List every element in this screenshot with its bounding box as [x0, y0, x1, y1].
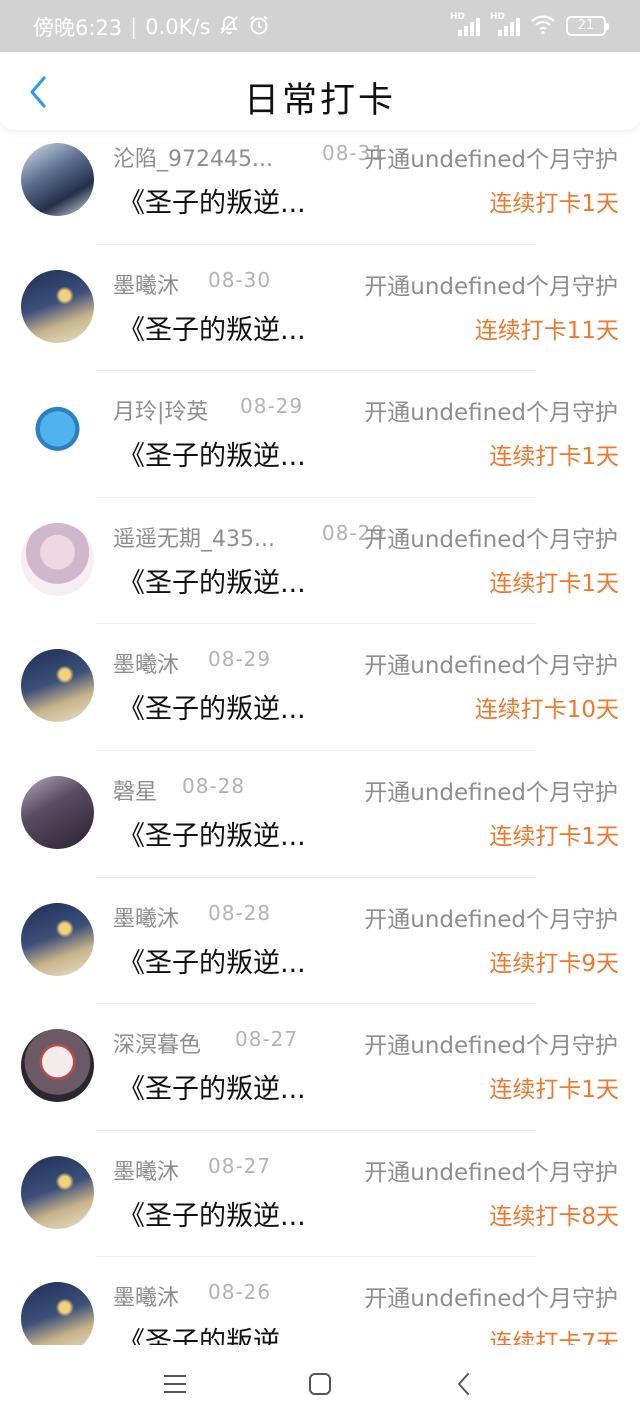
avatar[interactable]	[21, 902, 94, 976]
checkin-row[interactable]: 墨曦沐 08-29 开通undefined个月守护《圣子的叛逆... 连续打卡10天	[0, 624, 640, 751]
username[interactable]: 遥遥无期_435...	[113, 521, 275, 553]
checkin-date: 08-30	[208, 267, 272, 292]
checkin-row[interactable]: 月玲|玲英 08-29 开通undefined个月守护《圣子的叛逆... 连续打卡1天	[0, 371, 640, 498]
checkin-row[interactable]: 深溟暮色 08-27 开通undefined个月守护《圣子的叛逆... 连续打卡1天	[0, 1004, 640, 1131]
mute-icon	[218, 14, 240, 41]
battery-icon: 21	[566, 16, 609, 36]
signal-icon: HD	[450, 12, 480, 38]
checkin-date: 08-28	[208, 900, 272, 925]
book-title[interactable]: 《圣子的叛逆...	[118, 434, 306, 473]
guard-description: 开通undefined个月守护	[364, 653, 618, 680]
menu-icon	[164, 1375, 186, 1393]
streak-badge: 连续打卡8天	[489, 1203, 619, 1230]
avatar[interactable]	[21, 1282, 94, 1345]
guard-description: 开通undefined个月守护	[364, 526, 618, 553]
streak-badge: 连续打卡7天	[489, 1330, 619, 1345]
network-speed: 0.0K/s	[145, 15, 211, 39]
home-icon	[309, 1373, 331, 1395]
checkin-row[interactable]: 沦陷_972445... 08-31 开通undefined个月守护 《圣子的叛逆..…	[0, 118, 640, 245]
username[interactable]: 墨曦沐	[113, 1154, 179, 1186]
book-title[interactable]: 《圣子的叛逆...	[118, 1067, 306, 1106]
status-time: 傍晚6:23	[33, 16, 123, 40]
status-bar: 傍晚6:23 | 0.0K/s HD HD 21	[0, 0, 640, 52]
username[interactable]: 磬星	[113, 774, 157, 806]
guard-description: 开通undefined个月守护	[364, 1159, 618, 1186]
username[interactable]: 墨曦沐	[113, 1280, 179, 1312]
avatar[interactable]	[21, 269, 94, 343]
book-title[interactable]: 《圣子的叛逆...	[118, 814, 306, 853]
streak-badge: 连续打卡11天	[474, 317, 619, 344]
guard-description: 开通undefined个月守护	[364, 400, 618, 427]
checkin-date: 08-28	[182, 774, 246, 798]
guard-description: 开通undefined个月守护	[364, 1033, 618, 1060]
status-left: 傍晚6:23 | 0.0K/s	[33, 12, 270, 42]
username[interactable]: 月玲|玲英	[113, 394, 208, 426]
checkin-row[interactable]: 墨曦沐 08-28 开通undefined个月守护《圣子的叛逆... 连续打卡9天	[0, 878, 640, 1005]
avatar[interactable]	[21, 522, 94, 596]
checkin-row[interactable]: 磬星 08-28 开通undefined个月守护《圣子的叛逆... 连续打卡1天	[0, 751, 640, 878]
checkin-date: 08-29	[240, 394, 304, 419]
system-back-button[interactable]	[444, 1367, 484, 1401]
checkin-list[interactable]: 沦陷_972445... 08-31 开通undefined个月守护 《圣子的叛逆..…	[0, 118, 640, 1345]
back-icon	[458, 1373, 469, 1395]
status-separator: |	[130, 15, 138, 39]
guard-description: 开通undefined个月守护	[364, 1286, 618, 1313]
streak-badge: 连续打卡1天	[489, 1077, 619, 1104]
guard-description: 开通undefined个月守护	[364, 906, 618, 933]
avatar[interactable]	[21, 396, 94, 470]
book-title[interactable]: 《圣子的叛逆...	[118, 561, 306, 600]
page-title: 日常打卡	[243, 81, 396, 121]
guard-description: 开通undefined个月守护	[364, 147, 618, 173]
avatar[interactable]	[21, 143, 94, 216]
checkin-date: 08-26	[208, 1280, 272, 1305]
guard-description: 开通undefined个月守护	[364, 780, 618, 806]
system-nav-bar	[0, 1345, 640, 1422]
guard-description: 开通undefined个月守护	[364, 273, 618, 300]
book-title[interactable]: 《圣子的叛逆...	[118, 181, 306, 220]
streak-badge: 连续打卡1天	[489, 570, 619, 597]
avatar[interactable]	[21, 1155, 94, 1229]
username[interactable]: 墨曦沐	[113, 647, 179, 679]
streak-badge: 连续打卡1天	[489, 191, 619, 217]
book-title[interactable]: 《圣子的叛逆...	[118, 308, 306, 347]
book-title[interactable]: 《圣子的叛逆...	[118, 941, 306, 980]
wifi-icon	[530, 13, 556, 39]
checkin-date: 08-29	[208, 647, 272, 672]
book-title[interactable]: 《圣子的叛逆...	[118, 1194, 306, 1233]
book-title[interactable]: 《圣子的叛逆...	[118, 1320, 306, 1345]
checkin-date: 08-27	[235, 1027, 299, 1052]
username[interactable]: 深溟暮色	[113, 1027, 201, 1059]
checkin-row[interactable]: 墨曦沐 08-30 开通undefined个月守护《圣子的叛逆... 连续打卡11天	[0, 245, 640, 372]
streak-badge: 连续打卡1天	[489, 824, 619, 850]
menu-button[interactable]	[155, 1367, 195, 1401]
checkin-row[interactable]: 墨曦沐 08-26 开通undefined个月守护《圣子的叛逆... 连续打卡7天	[0, 1257, 640, 1345]
username[interactable]: 墨曦沐	[113, 268, 179, 300]
streak-badge: 连续打卡10天	[474, 697, 619, 724]
home-button[interactable]	[300, 1367, 340, 1401]
book-title[interactable]: 《圣子的叛逆...	[118, 687, 306, 726]
username[interactable]: 墨曦沐	[113, 901, 179, 933]
streak-badge: 连续打卡1天	[489, 444, 619, 471]
avatar[interactable]	[21, 649, 94, 723]
avatar[interactable]	[21, 776, 94, 849]
signal-icon-2: HD	[490, 12, 520, 38]
checkin-row[interactable]: 遥遥无期_435... 08-29 开通undefined个月守护 《圣子的叛逆...…	[0, 498, 640, 625]
checkin-row[interactable]: 墨曦沐 08-27 开通undefined个月守护《圣子的叛逆... 连续打卡8天	[0, 1131, 640, 1258]
checkin-date: 08-27	[208, 1153, 272, 1178]
username[interactable]: 沦陷_972445...	[113, 141, 273, 173]
streak-badge: 连续打卡9天	[489, 950, 619, 977]
status-right: HD HD 21	[450, 12, 609, 39]
alarm-icon	[248, 14, 270, 41]
avatar[interactable]	[21, 1029, 94, 1103]
app-header: 日常打卡	[0, 52, 640, 130]
